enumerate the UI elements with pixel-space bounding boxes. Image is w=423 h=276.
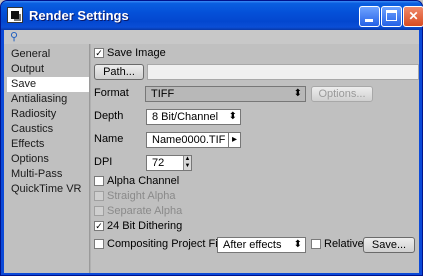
panel-divider[interactable]: [89, 44, 91, 273]
compositing-value: After effects: [223, 239, 282, 251]
save-button[interactable]: Save...: [363, 237, 415, 253]
depth-dropdown[interactable]: 8 Bit/Channel ⬍: [146, 109, 241, 125]
close-button[interactable]: ✕: [403, 6, 423, 27]
client-area: ⚲ General Output Save Antialiasing Radio…: [4, 30, 419, 273]
dropdown-arrow-icon: ⬍: [228, 111, 237, 122]
format-label: Format: [94, 87, 129, 99]
sidebar-item-general[interactable]: General: [7, 47, 89, 62]
app-icon: [7, 7, 23, 23]
relative-label: Relative: [324, 238, 364, 250]
title-bar[interactable]: Render Settings ✕: [1, 1, 423, 30]
name-dropdown[interactable]: Name0000.TIF ▸: [146, 132, 241, 148]
compositing-checkbox[interactable]: [94, 239, 104, 249]
render-settings-window: Render Settings ✕ ⚲ General Output Save …: [0, 0, 423, 276]
format-dropdown[interactable]: TIFF ⬍: [145, 86, 306, 102]
straight-alpha-checkbox[interactable]: [94, 191, 104, 201]
save-panel: ✓ Save Image Path... Format TIFF ⬍ Optio…: [92, 44, 419, 273]
window-title: Render Settings: [29, 8, 129, 23]
sidebar-item-quicktime-vr[interactable]: QuickTime VR: [7, 182, 89, 197]
dpi-value: 72: [152, 157, 165, 169]
arrow-right-icon: ▸: [227, 133, 237, 147]
sidebar-item-antialiasing[interactable]: Antialiasing: [7, 92, 89, 107]
sidebar-item-radiosity[interactable]: Radiosity: [7, 107, 89, 122]
sidebar-item-save[interactable]: Save: [7, 77, 89, 92]
alpha-channel-label: Alpha Channel: [107, 175, 180, 187]
path-button[interactable]: Path...: [94, 64, 144, 80]
compositing-dropdown[interactable]: After effects ⬍: [217, 237, 306, 253]
straight-alpha-label: Straight Alpha: [107, 190, 176, 202]
options-button[interactable]: Options...: [311, 86, 373, 102]
save-image-checkbox[interactable]: ✓: [94, 48, 104, 58]
sidebar-item-caustics[interactable]: Caustics: [7, 122, 89, 137]
relative-checkbox[interactable]: [311, 239, 321, 249]
sidebar-item-multi-pass[interactable]: Multi-Pass: [7, 167, 89, 182]
close-icon: ✕: [408, 9, 419, 23]
minimize-icon: [365, 19, 373, 22]
dropdown-arrow-icon: ⬍: [293, 239, 302, 250]
name-label: Name: [94, 133, 124, 145]
sidebar-item-output[interactable]: Output: [7, 62, 89, 77]
dropdown-arrow-icon: ⬍: [293, 88, 302, 99]
maximize-icon: [386, 10, 397, 21]
name-value: Name0000.TIF: [152, 134, 226, 146]
dpi-label: DPI: [94, 156, 113, 168]
path-field[interactable]: [147, 64, 419, 80]
settings-sidebar: General Output Save Antialiasing Radiosi…: [7, 47, 89, 269]
format-value: TIFF: [151, 88, 175, 100]
save-image-label: Save Image: [107, 47, 166, 59]
depth-value: 8 Bit/Channel: [152, 111, 219, 123]
alpha-channel-checkbox[interactable]: [94, 176, 104, 186]
sidebar-item-options[interactable]: Options: [7, 152, 89, 167]
pin-icon[interactable]: ⚲: [10, 31, 22, 43]
separate-alpha-checkbox[interactable]: [94, 206, 104, 216]
minimize-button[interactable]: [359, 6, 380, 27]
dithering-checkbox[interactable]: ✓: [94, 221, 104, 231]
dithering-label: 24 Bit Dithering: [107, 220, 183, 232]
sidebar-item-effects[interactable]: Effects: [7, 137, 89, 152]
spin-arrows-icon[interactable]: ▲ ▼: [183, 156, 191, 170]
separate-alpha-label: Separate Alpha: [107, 205, 183, 217]
maximize-button[interactable]: [381, 6, 402, 27]
dpi-stepper[interactable]: 72 ▲ ▼: [146, 155, 192, 171]
toolbar: ⚲: [4, 30, 419, 44]
compositing-label: Compositing Project File: [107, 238, 227, 250]
depth-label: Depth: [94, 110, 124, 122]
